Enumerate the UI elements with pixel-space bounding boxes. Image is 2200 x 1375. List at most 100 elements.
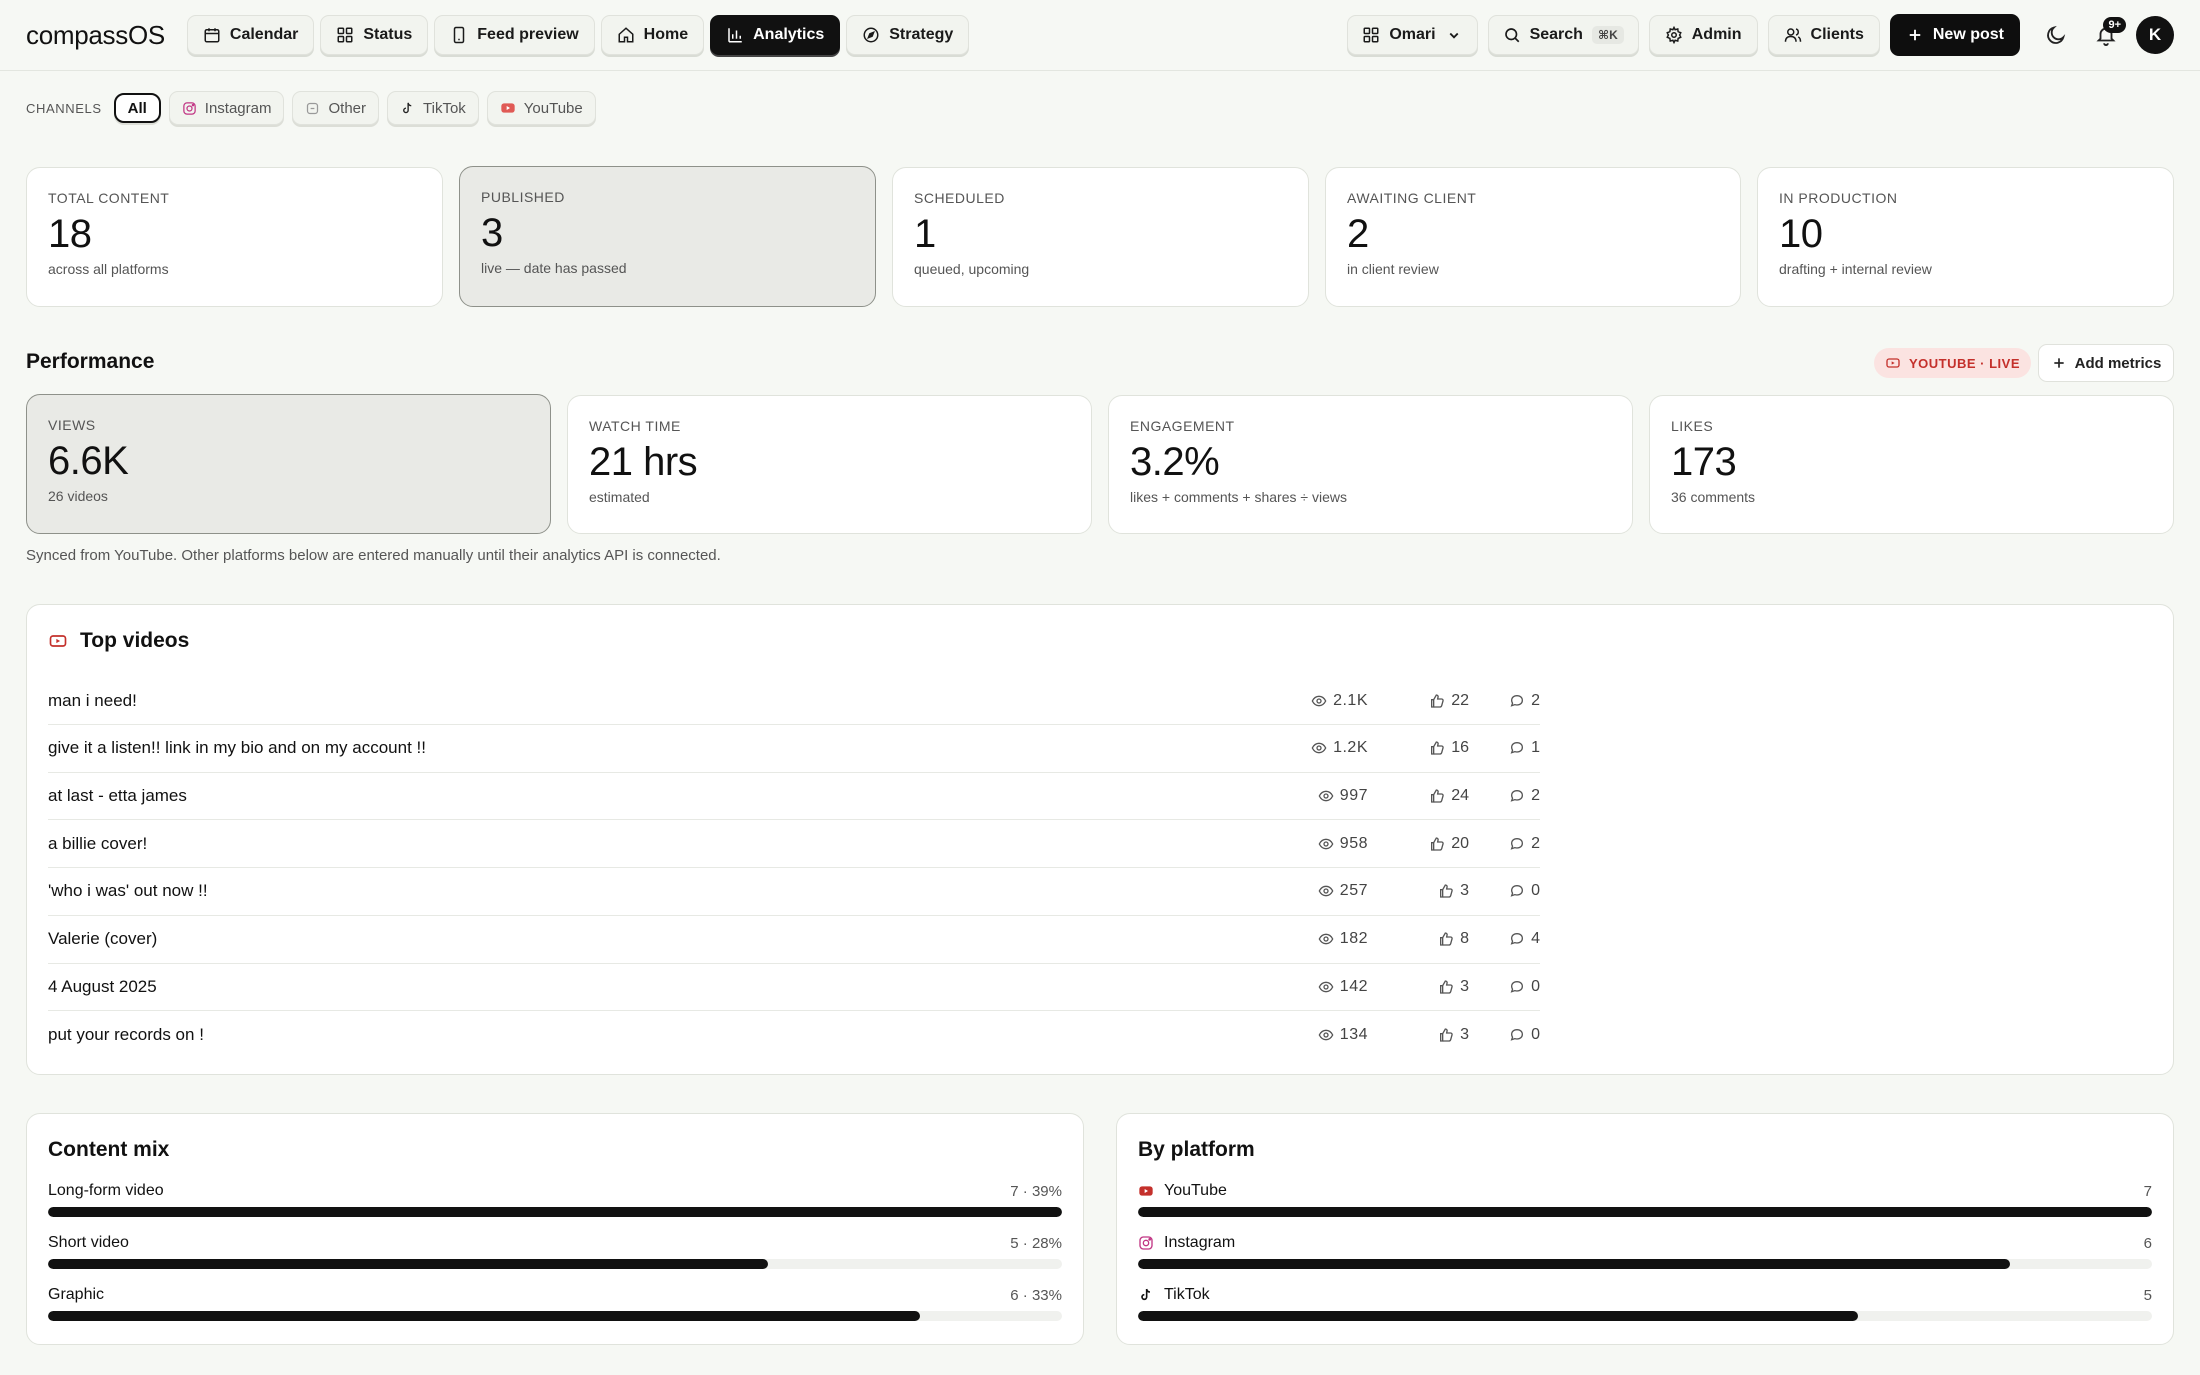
nav-calendar[interactable]: Calendar [186,15,315,55]
video-comments: 2 [1469,692,1540,710]
video-comments-value: 2 [1531,786,1540,804]
stat-sub: queued, upcoming [914,261,1030,277]
video-likes: 24 [1368,787,1469,805]
video-views: 257 [1278,882,1368,900]
video-row[interactable]: a billie cover! 958 20 2 [48,820,1540,869]
platform-row: TikTok 5 [1138,1285,2152,1321]
moon-icon [2047,25,2066,44]
nav-status[interactable]: Status [320,15,429,55]
admin-button[interactable]: Admin [1648,15,1758,55]
video-row[interactable]: put your records on ! 134 3 0 [48,1011,1540,1059]
performance-title: Performance [26,350,155,373]
metric-sub: estimated [589,489,650,505]
bar-fill [1138,1207,2152,1217]
bar-head: Short video 5 · 28% [48,1233,1062,1253]
content-mix-title: Content mix [48,1138,170,1161]
channel-chip-tiktok[interactable]: TikTok [387,91,479,125]
video-views-value: 182 [1339,930,1368,947]
app-logo[interactable]: compassOS [26,20,165,51]
video-comments-value: 4 [1531,930,1540,947]
nav-analytics-label: Analytics [753,26,825,43]
mix-label: Long-form video [48,1182,164,1199]
instagram-icon [183,101,196,115]
metric-value: 21 hrs [589,440,698,484]
clients-button[interactable]: Clients [1767,15,1880,55]
thumbs-up-icon [1431,741,1444,755]
eye-icon [1318,1029,1334,1041]
metric-card-likes[interactable]: LIKES 173 36 comments [1649,395,2174,534]
user-avatar[interactable]: K [2136,16,2174,54]
content-mix-row: Long-form video 7 · 39% [48,1181,1062,1217]
platform-label: YouTube [1138,1182,1227,1200]
content-mix-row: Short video 5 · 28% [48,1233,1062,1269]
top-videos-title: Top videos [80,629,190,652]
theme-toggle[interactable] [2036,15,2076,55]
workspace-switcher[interactable]: Omari [1347,15,1478,55]
video-title: at last - etta james [48,785,187,805]
channel-chip-youtube[interactable]: YouTube [486,91,596,125]
bar-head: Graphic 6 · 33% [48,1285,1062,1305]
metric-card-watch-time[interactable]: WATCH TIME 21 hrs estimated [567,395,1092,534]
metric-sub: 26 videos [48,488,108,504]
youtube-icon [49,635,67,647]
video-row[interactable]: at last - etta james 997 24 2 [48,772,1540,821]
chevron-down-icon [1449,32,1458,39]
comment-icon [1510,694,1524,707]
new-post-button[interactable]: New post [1889,14,2020,56]
video-likes: 16 [1368,739,1469,757]
metric-value: 6.6K [48,439,129,483]
top-videos-panel: Top videos man i need! 2.1K 22 2 give it a l… [26,604,2174,1075]
metric-card-views[interactable]: VIEWS 6.6K 26 videos [26,394,551,534]
metric-card-engagement[interactable]: ENGAGEMENT 3.2% likes + comments + share… [1108,395,1633,534]
video-comments-value: 0 [1531,977,1540,995]
metric-label: LIKES [1671,418,1714,434]
eye-icon [1318,838,1334,849]
stat-value: 10 [1779,212,1823,256]
notifications-badge: 9+ [2103,17,2126,33]
video-likes-value: 3 [1460,1025,1469,1043]
thumbs-up-icon [1431,836,1444,851]
youtube-icon [501,103,515,113]
notifications-button[interactable]: 9+ [2086,15,2126,55]
nav-status-label: Status [363,26,413,43]
instagram-icon [1139,1236,1153,1250]
stat-card-scheduled[interactable]: SCHEDULED 1 queued, upcoming [892,167,1309,307]
video-row[interactable]: man i need! 2.1K 22 2 [48,677,1540,725]
bar-head: Long-form video 7 · 39% [48,1181,1062,1201]
stat-value: 18 [48,212,92,256]
add-metrics-button[interactable]: Add metrics [2038,344,2174,382]
sync-note: Synced from YouTube. Other platforms bel… [26,547,721,564]
nav-home[interactable]: Home [600,15,705,55]
channel-filter: CHANNELS All Instagram Other TikTok YouT… [26,91,596,125]
nav-analytics[interactable]: Analytics [710,15,841,55]
plus-icon [1909,29,1921,41]
stat-card-in-production[interactable]: IN PRODUCTION 10 drafting + internal rev… [1757,167,2174,307]
video-row[interactable]: Valerie (cover) 182 8 4 [48,916,1540,964]
stat-label: AWAITING CLIENT [1347,190,1477,206]
stat-card-total-content[interactable]: TOTAL CONTENT 18 across all platforms [26,167,443,307]
nav-strategy[interactable]: Strategy [846,15,970,55]
channel-chip-all[interactable]: All [113,93,161,123]
eye-icon [1318,790,1334,802]
channel-chip-label: TikTok [423,99,466,117]
video-comments-value: 0 [1531,882,1540,900]
video-row[interactable]: give it a listen!! link in my bio and on… [48,725,1540,773]
admin-label: Admin [1691,26,1742,43]
grid-icon [1363,27,1379,43]
video-row[interactable]: 'who i was' out now !! 257 3 0 [48,868,1540,916]
gear-icon [1665,26,1682,44]
video-comments-value: 1 [1531,739,1540,757]
video-comments-value: 2 [1531,691,1540,709]
search-button[interactable]: Search ⌘K [1487,15,1639,55]
video-comments: 0 [1469,1026,1540,1044]
channel-chip-other[interactable]: Other [292,91,379,125]
channel-chip-label: Other [328,99,366,117]
nav-feed-preview[interactable]: Feed preview [434,15,595,55]
comment-icon [1510,980,1524,993]
stat-label: SCHEDULED [914,190,1005,206]
video-row[interactable]: 4 August 2025 142 3 0 [48,963,1540,1012]
search-shortcut: ⌘K [1591,26,1624,44]
stat-card-awaiting-client[interactable]: AWAITING CLIENT 2 in client review [1325,167,1741,307]
stat-card-published[interactable]: PUBLISHED 3 live — date has passed [459,166,876,307]
channel-chip-instagram[interactable]: Instagram [168,91,285,125]
